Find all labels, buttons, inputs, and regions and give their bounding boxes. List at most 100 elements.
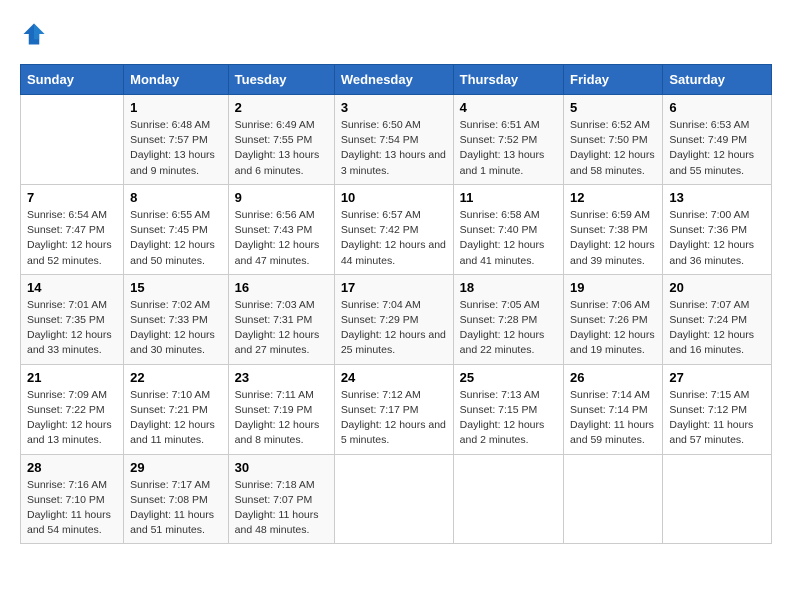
day-number: 5 — [570, 100, 656, 115]
day-info: Sunrise: 6:53 AMSunset: 7:49 PMDaylight:… — [669, 118, 765, 179]
day-number: 14 — [27, 280, 117, 295]
day-header-wednesday: Wednesday — [334, 65, 453, 95]
day-number: 12 — [570, 190, 656, 205]
day-header-tuesday: Tuesday — [228, 65, 334, 95]
logo-icon — [20, 20, 48, 48]
calendar-cell: 19Sunrise: 7:06 AMSunset: 7:26 PMDayligh… — [564, 274, 663, 364]
calendar-week-3: 14 Sunrise: 7:01 AMSunset: 7:35 PMDayligh… — [21, 274, 772, 364]
day-number: 2 — [235, 100, 328, 115]
calendar-cell: 8Sunrise: 6:55 AMSunset: 7:45 PMDaylight… — [124, 184, 229, 274]
day-number: 30 — [235, 460, 328, 475]
day-info: Sunrise: 6:52 AMSunset: 7:50 PMDaylight:… — [570, 118, 656, 179]
day-number: 22 — [130, 370, 222, 385]
calendar-cell: 1 Sunrise: 6:48 AMSunset: 7:57 PMDaylight… — [124, 95, 229, 185]
day-info: Sunrise: 7:03 AMSunset: 7:31 PMDaylight:… — [235, 298, 328, 359]
day-info: Sunrise: 7:11 AMSunset: 7:19 PMDaylight:… — [235, 388, 328, 449]
day-number: 17 — [341, 280, 447, 295]
day-info: Sunrise: 7:17 AMSunset: 7:08 PMDaylight:… — [130, 478, 222, 539]
calendar-cell: 11 Sunrise: 6:58 AMSunset: 7:40 PMDayligh… — [453, 184, 563, 274]
calendar-cell — [334, 454, 453, 544]
calendar-cell: 22Sunrise: 7:10 AMSunset: 7:21 PMDayligh… — [124, 364, 229, 454]
day-header-friday: Friday — [564, 65, 663, 95]
calendar-cell: 25 Sunrise: 7:13 AMSunset: 7:15 PMDayligh… — [453, 364, 563, 454]
day-number: 8 — [130, 190, 222, 205]
day-number: 9 — [235, 190, 328, 205]
day-info: Sunrise: 7:09 AMSunset: 7:22 PMDaylight:… — [27, 388, 117, 449]
day-info: Sunrise: 7:06 AMSunset: 7:26 PMDaylight:… — [570, 298, 656, 359]
calendar-cell: 20 Sunrise: 7:07 AMSunset: 7:24 PMDayligh… — [663, 274, 772, 364]
calendar-cell: 10 Sunrise: 6:57 AMSunset: 7:42 PMDayligh… — [334, 184, 453, 274]
day-info: Sunrise: 7:00 AMSunset: 7:36 PMDaylight:… — [669, 208, 765, 269]
day-info: Sunrise: 6:58 AMSunset: 7:40 PMDaylight:… — [460, 208, 557, 269]
calendar-cell — [21, 95, 124, 185]
calendar-cell: 21Sunrise: 7:09 AMSunset: 7:22 PMDayligh… — [21, 364, 124, 454]
day-number: 7 — [27, 190, 117, 205]
calendar-table: SundayMondayTuesdayWednesdayThursdayFrid… — [20, 64, 772, 544]
day-number: 18 — [460, 280, 557, 295]
day-info: Sunrise: 7:13 AMSunset: 7:15 PMDaylight:… — [460, 388, 557, 449]
day-info: Sunrise: 7:18 AMSunset: 7:07 PMDaylight:… — [235, 478, 328, 539]
day-info: Sunrise: 7:15 AMSunset: 7:12 PMDaylight:… — [669, 388, 765, 449]
day-info: Sunrise: 6:57 AMSunset: 7:42 PMDaylight:… — [341, 208, 447, 269]
calendar-cell: 17 Sunrise: 7:04 AMSunset: 7:29 PMDayligh… — [334, 274, 453, 364]
calendar-cell — [564, 454, 663, 544]
day-number: 29 — [130, 460, 222, 475]
calendar-cell: 13 Sunrise: 7:00 AMSunset: 7:36 PMDayligh… — [663, 184, 772, 274]
calendar-week-1: 1 Sunrise: 6:48 AMSunset: 7:57 PMDaylight… — [21, 95, 772, 185]
calendar-header-row: SundayMondayTuesdayWednesdayThursdayFrid… — [21, 65, 772, 95]
day-info: Sunrise: 6:56 AMSunset: 7:43 PMDaylight:… — [235, 208, 328, 269]
calendar-cell: 18 Sunrise: 7:05 AMSunset: 7:28 PMDayligh… — [453, 274, 563, 364]
day-info: Sunrise: 7:16 AMSunset: 7:10 PMDaylight:… — [27, 478, 117, 539]
day-number: 16 — [235, 280, 328, 295]
day-number: 4 — [460, 100, 557, 115]
day-info: Sunrise: 6:49 AMSunset: 7:55 PMDaylight:… — [235, 118, 328, 179]
day-info: Sunrise: 7:01 AMSunset: 7:35 PMDaylight:… — [27, 298, 117, 359]
calendar-cell: 24Sunrise: 7:12 AMSunset: 7:17 PMDayligh… — [334, 364, 453, 454]
calendar-cell: 28 Sunrise: 7:16 AMSunset: 7:10 PMDayligh… — [21, 454, 124, 544]
calendar-cell: 3Sunrise: 6:50 AMSunset: 7:54 PMDaylight… — [334, 95, 453, 185]
calendar-cell: 5 Sunrise: 6:52 AMSunset: 7:50 PMDaylight… — [564, 95, 663, 185]
day-info: Sunrise: 7:07 AMSunset: 7:24 PMDaylight:… — [669, 298, 765, 359]
calendar-cell: 26 Sunrise: 7:14 AMSunset: 7:14 PMDayligh… — [564, 364, 663, 454]
day-number: 13 — [669, 190, 765, 205]
day-header-saturday: Saturday — [663, 65, 772, 95]
day-number: 20 — [669, 280, 765, 295]
day-number: 25 — [460, 370, 557, 385]
day-header-sunday: Sunday — [21, 65, 124, 95]
day-number: 11 — [460, 190, 557, 205]
day-number: 28 — [27, 460, 117, 475]
day-header-monday: Monday — [124, 65, 229, 95]
day-info: Sunrise: 6:54 AMSunset: 7:47 PMDaylight:… — [27, 208, 117, 269]
day-info: Sunrise: 6:48 AMSunset: 7:57 PMDaylight:… — [130, 118, 222, 179]
calendar-cell: 6Sunrise: 6:53 AMSunset: 7:49 PMDaylight… — [663, 95, 772, 185]
calendar-cell — [663, 454, 772, 544]
day-info: Sunrise: 7:14 AMSunset: 7:14 PMDaylight:… — [570, 388, 656, 449]
day-number: 1 — [130, 100, 222, 115]
day-info: Sunrise: 6:50 AMSunset: 7:54 PMDaylight:… — [341, 118, 447, 179]
calendar-cell: 15 Sunrise: 7:02 AMSunset: 7:33 PMDayligh… — [124, 274, 229, 364]
day-info: Sunrise: 7:05 AMSunset: 7:28 PMDaylight:… — [460, 298, 557, 359]
day-info: Sunrise: 7:04 AMSunset: 7:29 PMDaylight:… — [341, 298, 447, 359]
calendar-cell: 4 Sunrise: 6:51 AMSunset: 7:52 PMDaylight… — [453, 95, 563, 185]
day-number: 26 — [570, 370, 656, 385]
day-number: 15 — [130, 280, 222, 295]
day-number: 10 — [341, 190, 447, 205]
day-info: Sunrise: 6:51 AMSunset: 7:52 PMDaylight:… — [460, 118, 557, 179]
calendar-cell — [453, 454, 563, 544]
day-info: Sunrise: 6:59 AMSunset: 7:38 PMDaylight:… — [570, 208, 656, 269]
calendar-week-5: 28 Sunrise: 7:16 AMSunset: 7:10 PMDayligh… — [21, 454, 772, 544]
logo — [20, 20, 52, 48]
calendar-cell: 16 Sunrise: 7:03 AMSunset: 7:31 PMDayligh… — [228, 274, 334, 364]
calendar-cell: 9 Sunrise: 6:56 AMSunset: 7:43 PMDaylight… — [228, 184, 334, 274]
day-info: Sunrise: 7:12 AMSunset: 7:17 PMDaylight:… — [341, 388, 447, 449]
day-number: 27 — [669, 370, 765, 385]
calendar-cell: 27 Sunrise: 7:15 AMSunset: 7:12 PMDayligh… — [663, 364, 772, 454]
day-number: 23 — [235, 370, 328, 385]
calendar-week-2: 7 Sunrise: 6:54 AMSunset: 7:47 PMDaylight… — [21, 184, 772, 274]
calendar-cell: 12 Sunrise: 6:59 AMSunset: 7:38 PMDayligh… — [564, 184, 663, 274]
calendar-week-4: 21Sunrise: 7:09 AMSunset: 7:22 PMDayligh… — [21, 364, 772, 454]
calendar-cell: 23 Sunrise: 7:11 AMSunset: 7:19 PMDayligh… — [228, 364, 334, 454]
day-header-thursday: Thursday — [453, 65, 563, 95]
day-info: Sunrise: 7:02 AMSunset: 7:33 PMDaylight:… — [130, 298, 222, 359]
calendar-cell: 7 Sunrise: 6:54 AMSunset: 7:47 PMDaylight… — [21, 184, 124, 274]
